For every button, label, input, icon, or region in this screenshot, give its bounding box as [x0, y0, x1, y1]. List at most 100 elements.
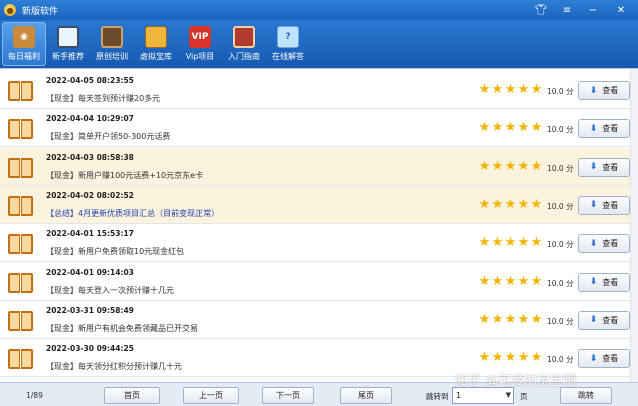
- tab-label: 每日福利: [8, 52, 40, 61]
- item-date: 2022-03-31 09:58:49: [46, 305, 134, 315]
- view-button[interactable]: ⬇ 查看: [578, 119, 630, 139]
- monitor-icon: [57, 26, 79, 48]
- item-date: 2022-04-01 09:14:03: [46, 267, 134, 277]
- star-icon: ★: [504, 120, 517, 136]
- star-icon: ★: [517, 158, 530, 174]
- view-button[interactable]: ⬇ 查看: [578, 81, 630, 100]
- item-title[interactable]: 【现金】新用户赚100元话费+10元京东e卡: [46, 170, 203, 181]
- tab-original-training[interactable]: 原创培训: [90, 22, 134, 66]
- view-button[interactable]: ⬇ 查看: [578, 234, 630, 254]
- item-score: 10.0 分: [547, 125, 574, 135]
- rating-stars: ★ ★ ★ ★ ★: [478, 313, 543, 326]
- star-icon: ★: [478, 158, 491, 174]
- star-icon: ★: [504, 196, 517, 212]
- star-icon: ★: [530, 235, 543, 251]
- star-icon: ★: [530, 158, 543, 174]
- item-score: 10.0 分: [547, 201, 574, 211]
- tab-vip-projects[interactable]: VIP Vip项目: [178, 22, 222, 66]
- star-icon: ★: [504, 82, 517, 97]
- view-button[interactable]: ⬇ 查看: [578, 349, 630, 369]
- page-indicator: 1/89: [26, 391, 43, 400]
- star-icon: ★: [530, 120, 543, 136]
- app-logo-icon: ●: [4, 4, 16, 16]
- chevron-down-icon: ▼: [505, 391, 511, 399]
- star-icon: ★: [530, 350, 543, 366]
- item-title[interactable]: 【现金】新用户有机会免费领藏品已开交易: [46, 323, 198, 334]
- download-arrow-icon: ⬇: [589, 353, 598, 364]
- item-title[interactable]: 【现金】每天登入一次预计赚十几元: [46, 285, 174, 296]
- jump-page-value: 1: [456, 391, 462, 400]
- list-item[interactable]: 2022-04-03 08:58:38 【现金】新用户赚100元话费+10元京东e…: [0, 147, 638, 186]
- view-button[interactable]: ⬇ 查看: [578, 272, 630, 292]
- star-icon: ★: [478, 235, 491, 251]
- list-item[interactable]: 2022-04-01 09:14:03 【现金】每天登入一次预计赚十几元 ★ ★ ★ ★ ★…: [0, 262, 638, 301]
- item-date: 2022-04-05 08:23:55: [46, 76, 134, 85]
- tab-label: Vip项目: [185, 52, 215, 61]
- tab-getting-started[interactable]: 入门指南: [222, 22, 266, 66]
- download-arrow-icon: ⬇: [589, 315, 598, 326]
- title-bar: ● 新版软件 👕︎ ≡ − ✕: [0, 0, 638, 20]
- item-title[interactable]: 【现金】每天签到预计赚20多元: [46, 93, 160, 104]
- first-page-button[interactable]: 首页: [104, 387, 160, 404]
- item-date: 2022-04-04 10:29:07: [46, 114, 134, 124]
- menu-icon[interactable]: ≡: [554, 0, 580, 20]
- item-score: 10.0 分: [547, 87, 574, 96]
- star-icon: ★: [478, 350, 491, 366]
- star-icon: ★: [491, 235, 504, 251]
- view-button-label: 查看: [602, 86, 619, 95]
- book-icon: [8, 157, 34, 178]
- star-icon: ★: [478, 196, 491, 212]
- next-page-button[interactable]: 下一页: [262, 387, 314, 404]
- item-title[interactable]: 【现金】每天领分红积分预计赚几十元: [46, 361, 182, 372]
- view-button[interactable]: ⬇ 查看: [578, 157, 630, 177]
- skin-icon[interactable]: 👕︎: [528, 0, 554, 20]
- list-item[interactable]: 2022-04-04 10:29:07 【现金】简单开户领50-300元话费 ★ ★ ★…: [0, 109, 638, 148]
- tab-virtual-treasury[interactable]: 虚拟宝库: [134, 22, 178, 66]
- item-title[interactable]: 【总结】4月更新优质项目汇总（目前变现正常）: [46, 208, 219, 219]
- book-icon: [8, 272, 34, 293]
- jump-button[interactable]: 跳转: [560, 387, 612, 404]
- tab-beginner-recommend[interactable]: 新手推荐: [46, 22, 90, 66]
- window-title: 新版软件: [22, 6, 59, 17]
- item-title[interactable]: 【现金】新用户免费领取10元现金红包: [46, 246, 184, 257]
- rating-stars: ★ ★ ★ ★ ★: [478, 235, 543, 251]
- view-button-label: 查看: [602, 200, 619, 210]
- view-button-label: 查看: [602, 277, 619, 287]
- download-arrow-icon: ⬇: [589, 200, 598, 211]
- list-item[interactable]: 2022-04-02 08:02:52 【总结】4月更新优质项目汇总（目前变现正常…: [0, 185, 638, 224]
- close-icon[interactable]: ✕: [606, 0, 636, 20]
- item-score: 10.0 分: [547, 278, 574, 288]
- book-icon: [8, 195, 34, 216]
- list-item[interactable]: 2022-04-05 08:23:55 【现金】每天签到预计赚20多元 ★ ★ ★ ★ ★ 1…: [0, 71, 638, 109]
- scrollbar[interactable]: [630, 69, 638, 382]
- star-icon: ★: [491, 82, 504, 97]
- item-date: 2022-03-30 09:44:25: [46, 344, 134, 354]
- jump-page-select[interactable]: 1 ▼: [452, 387, 514, 404]
- star-icon: ★: [504, 350, 517, 366]
- prev-page-button[interactable]: 上一页: [183, 387, 239, 404]
- list-item[interactable]: 2022-04-01 15:53:17 【现金】新用户免费领取10元现金红包 ★ ★ ★…: [0, 224, 638, 263]
- view-button[interactable]: ⬇ 查看: [578, 195, 630, 215]
- download-arrow-icon: ⬇: [589, 238, 598, 249]
- item-score: 10.0 分: [547, 163, 574, 173]
- tab-online-answers[interactable]: ? 在线解答: [266, 22, 310, 66]
- star-icon: ★: [478, 273, 491, 289]
- star-icon: ★: [478, 120, 491, 136]
- vip-icon: VIP: [189, 26, 211, 48]
- owl-icon: ◉: [13, 26, 35, 48]
- list-item[interactable]: 2022-03-31 09:58:49 【现金】新用户有机会免费领藏品已开交易 ★ ★…: [0, 300, 638, 339]
- tab-daily-welfare[interactable]: ◉ 每日福利: [2, 22, 46, 66]
- tab-label: 入门指南: [228, 52, 260, 61]
- view-button-label: 查看: [602, 315, 619, 325]
- star-icon: ★: [504, 235, 517, 251]
- item-title[interactable]: 【现金】简单开户领50-300元话费: [46, 131, 170, 142]
- last-page-button[interactable]: 尾页: [340, 387, 392, 404]
- star-icon: ★: [478, 82, 491, 97]
- rating-stars: ★ ★ ★ ★ ★: [478, 120, 543, 136]
- view-button-label: 查看: [602, 124, 619, 134]
- minimize-icon[interactable]: −: [580, 0, 606, 20]
- view-button[interactable]: ⬇ 查看: [578, 310, 630, 330]
- star-icon: ★: [491, 158, 504, 174]
- window-controls: 👕︎ ≡ − ✕: [528, 0, 636, 20]
- chat-bubble-icon: ?: [277, 26, 299, 48]
